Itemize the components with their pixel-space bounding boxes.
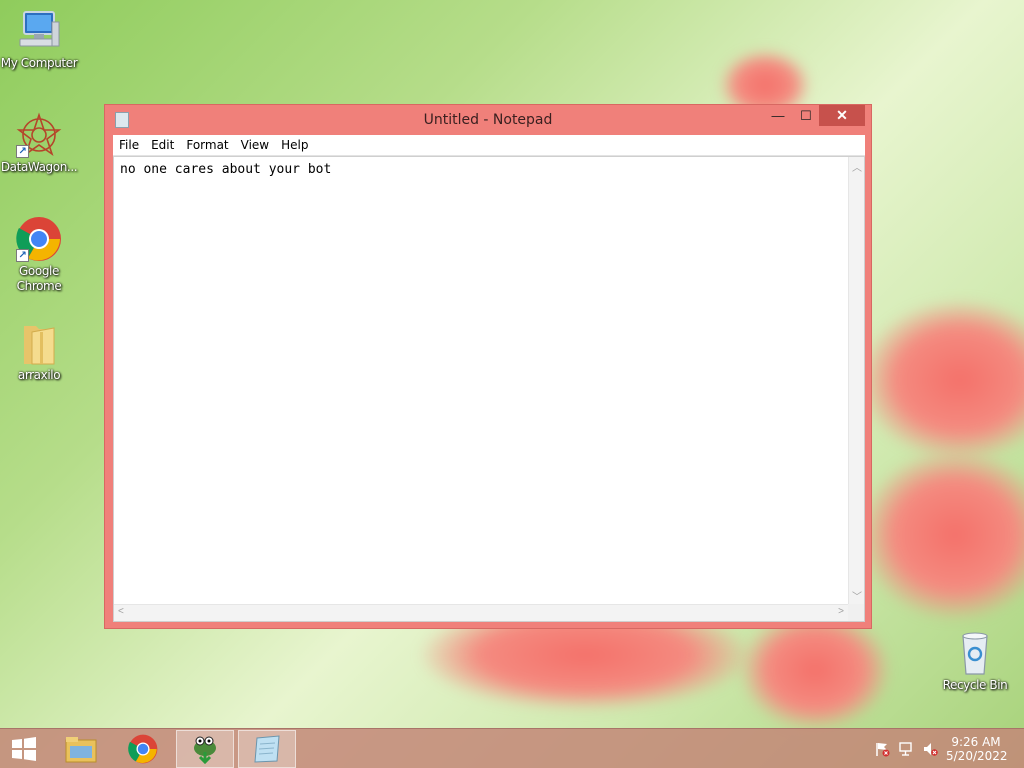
scroll-right-icon[interactable]: >: [838, 606, 844, 617]
taskbar: 9:26 AM 5/20/2022: [0, 728, 1024, 768]
menu-format[interactable]: Format: [180, 138, 234, 152]
close-button[interactable]: ✕: [819, 105, 865, 126]
desktop-icon-datawagon[interactable]: ↗ DataWagon...: [0, 112, 78, 175]
computer-icon: [16, 8, 62, 54]
maximize-button[interactable]: ☐: [793, 105, 819, 126]
vertical-scrollbar[interactable]: ︿ ﹀: [848, 157, 864, 605]
desktop-icon-label: arraxilo: [17, 368, 61, 382]
desktop-icon-arraxilo[interactable]: arraxilo: [0, 320, 78, 383]
scroll-left-icon[interactable]: <: [118, 606, 124, 617]
chrome-icon: ↗: [16, 216, 62, 262]
desktop-icon-recycle-bin[interactable]: Recycle Bin: [936, 630, 1014, 693]
desktop-icon-label: My Computer: [0, 56, 78, 70]
desktop-icon-my-computer[interactable]: My Computer: [0, 8, 78, 71]
window-title: Untitled - Notepad: [423, 112, 553, 128]
network-icon[interactable]: [898, 741, 914, 757]
minimize-button[interactable]: —: [765, 105, 791, 126]
desktop-icon-label: Recycle Bin: [942, 678, 1008, 692]
file-explorer-icon: [65, 737, 97, 763]
menu-file[interactable]: File: [113, 138, 145, 152]
desktop-icon-label: DataWagon...: [0, 160, 78, 174]
horizontal-scrollbar[interactable]: < >: [114, 604, 850, 621]
menu-edit[interactable]: Edit: [145, 138, 180, 152]
taskbar-app[interactable]: [176, 730, 234, 768]
title-bar[interactable]: Untitled - Notepad — ☐ ✕: [105, 105, 871, 135]
scroll-down-icon[interactable]: ﹀: [852, 588, 862, 603]
app-icon: [194, 736, 216, 764]
notepad-icon: [254, 735, 280, 763]
desktop-icon-google-chrome[interactable]: ↗ Google Chrome: [0, 216, 78, 294]
menu-bar: File Edit Format View Help: [113, 135, 865, 156]
clock-time: 9:26 AM: [951, 735, 1001, 749]
menu-view[interactable]: View: [235, 138, 275, 152]
scroll-up-icon[interactable]: ︿: [852, 159, 862, 174]
size-grip: [848, 604, 864, 621]
wallpaper-petal: [860, 450, 1024, 620]
clock-date: 5/20/2022: [946, 749, 1008, 763]
text-editor[interactable]: no one cares about your bot ︿ ﹀ < >: [113, 156, 865, 622]
windows-logo-icon: [12, 737, 36, 761]
taskbar-notepad[interactable]: [238, 730, 296, 768]
folder-icon: [16, 320, 62, 366]
editor-content[interactable]: no one cares about your bot: [120, 162, 331, 177]
notepad-window[interactable]: Untitled - Notepad — ☐ ✕ File Edit Forma…: [104, 104, 872, 629]
shortcut-arrow-icon: ↗: [16, 249, 29, 262]
wallpaper-petal: [860, 300, 1024, 460]
chrome-icon: [128, 734, 158, 764]
volume-muted-icon[interactable]: [922, 741, 938, 757]
menu-help[interactable]: Help: [275, 138, 314, 152]
start-button[interactable]: [0, 730, 48, 768]
taskbar-file-explorer[interactable]: [52, 730, 110, 768]
desktop-icon-label: Google Chrome: [16, 264, 62, 293]
action-center-flag-icon[interactable]: [874, 741, 890, 757]
system-clock[interactable]: 9:26 AM 5/20/2022: [946, 735, 1008, 763]
taskbar-chrome[interactable]: [114, 730, 172, 768]
shortcut-arrow-icon: ↗: [16, 145, 29, 158]
recycle-bin-icon: [952, 630, 998, 676]
datawagon-icon: ↗: [16, 112, 62, 158]
